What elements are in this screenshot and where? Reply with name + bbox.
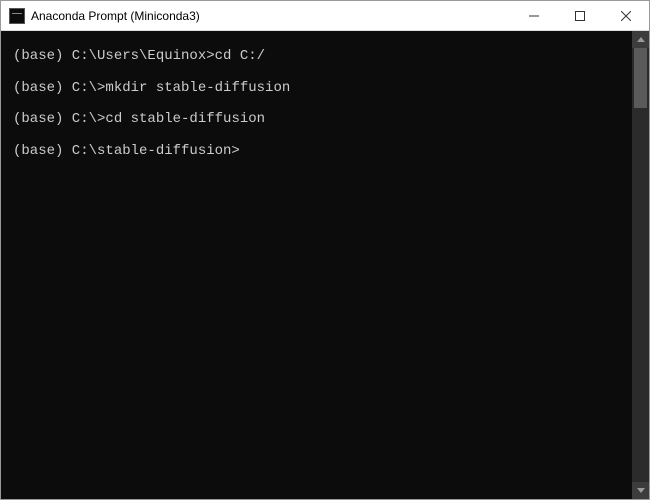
maximize-button[interactable] (557, 1, 603, 30)
close-button[interactable] (603, 1, 649, 30)
command: mkdir stable-diffusion (105, 80, 290, 96)
scrollbar[interactable] (632, 31, 649, 499)
window-title: Anaconda Prompt (Miniconda3) (31, 9, 511, 23)
chevron-up-icon (637, 37, 645, 42)
prompt: (base) C:\> (13, 111, 105, 127)
close-icon (621, 11, 631, 21)
minimize-button[interactable] (511, 1, 557, 30)
scroll-down-button[interactable] (632, 482, 649, 499)
titlebar[interactable]: Anaconda Prompt (Miniconda3) (1, 1, 649, 31)
maximize-icon (575, 11, 585, 21)
prompt: (base) C:\Users\Equinox> (13, 48, 215, 64)
terminal-line: (base) C:\>cd stable-diffusion (13, 110, 620, 130)
minimize-icon (529, 11, 539, 21)
command: cd C:/ (215, 48, 265, 64)
chevron-down-icon (637, 488, 645, 493)
prompt: (base) C:\stable-diffusion> (13, 143, 240, 159)
terminal-line: (base) C:\stable-diffusion> (13, 142, 620, 162)
scroll-up-button[interactable] (632, 31, 649, 48)
terminal-line: (base) C:\>mkdir stable-diffusion (13, 79, 620, 99)
prompt: (base) C:\> (13, 80, 105, 96)
app-icon (9, 8, 25, 24)
scrollbar-thumb[interactable] (634, 48, 647, 108)
command: cd stable-diffusion (105, 111, 265, 127)
terminal-area: (base) C:\Users\Equinox>cd C:/ (base) C:… (1, 31, 649, 499)
terminal[interactable]: (base) C:\Users\Equinox>cd C:/ (base) C:… (1, 31, 632, 499)
terminal-line: (base) C:\Users\Equinox>cd C:/ (13, 47, 620, 67)
window-controls (511, 1, 649, 30)
